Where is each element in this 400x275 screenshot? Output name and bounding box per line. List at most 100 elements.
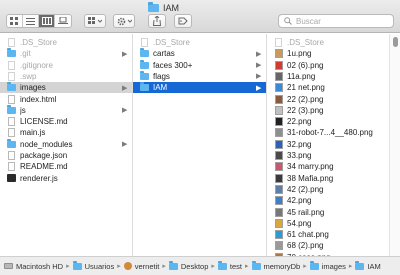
file-row[interactable]: node_modules ▶ <box>0 138 132 150</box>
file-row[interactable]: 31-robot-7...4__480.png <box>267 127 389 138</box>
file-row[interactable]: 38 Mafia.png <box>267 173 389 184</box>
disclosure-arrow-icon: ▶ <box>256 62 262 70</box>
file-row[interactable]: 34 marry.png <box>267 161 389 172</box>
image-thumbnail-icon <box>274 207 283 217</box>
file-row[interactable]: 22 (2).png <box>267 94 389 105</box>
folder-icon <box>140 70 149 81</box>
column-iam[interactable]: .DS_Store 1u.png 02 (6).png 11a.png 21 net.p… <box>267 34 389 256</box>
path-crumb[interactable]: Usuarios <box>72 260 115 271</box>
file-name: 54.png <box>287 218 312 228</box>
arrange-button[interactable] <box>84 14 106 28</box>
folder-icon <box>7 104 16 115</box>
path-bar: Macintosh HD ▸ Usuarios ▸ vernetit ▸ Desktop ▸ t… <box>0 256 400 275</box>
folder-icon <box>72 260 82 270</box>
scrollbar-thumb[interactable] <box>393 37 398 47</box>
document-icon <box>274 38 283 47</box>
file-row[interactable]: 54.png <box>267 218 389 229</box>
file-row[interactable]: 21 net.png <box>267 82 389 93</box>
window-title: IAM <box>148 1 179 13</box>
cover-flow-view-button[interactable] <box>55 15 71 27</box>
path-crumb[interactable]: Desktop <box>168 260 208 271</box>
image-thumbnail-icon <box>274 83 283 93</box>
file-row[interactable]: .DS_Store <box>267 37 389 48</box>
path-separator-icon: ▸ <box>303 263 307 270</box>
disclosure-arrow-icon: ▶ <box>122 84 128 92</box>
file-row[interactable]: 45 rail.png <box>267 207 389 218</box>
file-row[interactable]: 22 (3).png <box>267 105 389 116</box>
toolbar: IAM Buscar <box>0 0 400 33</box>
search-icon <box>284 17 292 25</box>
file-row[interactable]: LICENSE.md <box>0 116 132 127</box>
column-view-button[interactable] <box>39 15 55 27</box>
file-row[interactable]: faces 300+ ▶ <box>133 59 266 71</box>
file-row[interactable]: 42.png <box>267 195 389 206</box>
file-row[interactable]: main.js <box>0 127 132 138</box>
search-field[interactable]: Buscar <box>278 14 394 28</box>
file-row[interactable]: .DS_Store <box>133 37 266 48</box>
file-name: flags <box>153 71 170 81</box>
tags-button[interactable] <box>174 14 192 28</box>
file-name: README.md <box>20 162 68 172</box>
icon-view-button[interactable] <box>7 15 23 27</box>
image-thumbnail-icon <box>274 196 283 206</box>
folder-icon <box>7 48 16 58</box>
path-separator-icon: ▸ <box>66 263 70 270</box>
file-name: 61 chat.png <box>287 230 329 240</box>
path-crumb-label: Usuarios <box>84 261 115 271</box>
path-crumb[interactable]: IAM <box>355 260 381 271</box>
file-row[interactable]: 11a.png <box>267 71 389 82</box>
action-button[interactable] <box>113 14 135 28</box>
path-crumb[interactable]: vernetit <box>123 262 159 271</box>
image-thumbnail-icon <box>274 241 283 251</box>
file-row[interactable]: 1u.png <box>267 48 389 59</box>
file-row[interactable]: .DS_Store <box>0 37 132 48</box>
file-row[interactable]: IAM ▶ <box>133 82 266 94</box>
file-row[interactable]: 02 (6).png <box>267 60 389 71</box>
file-name: 02 (6).png <box>287 60 324 70</box>
folder-icon <box>168 260 178 270</box>
path-crumb[interactable]: Macintosh HD <box>4 262 63 271</box>
file-name: .DS_Store <box>153 38 190 47</box>
image-thumbnail-icon <box>274 230 283 240</box>
columns-icon <box>41 17 52 25</box>
file-name: main.js <box>20 128 46 138</box>
file-row[interactable]: 32.png <box>267 139 389 150</box>
file-name: 42 (2).png <box>287 184 324 194</box>
file-row[interactable]: 42 (2).png <box>267 184 389 195</box>
search-placeholder: Buscar <box>296 16 321 26</box>
file-row[interactable]: js ▶ <box>0 104 132 116</box>
share-button[interactable] <box>148 14 166 28</box>
file-row[interactable]: index.html <box>0 94 132 105</box>
file-row[interactable]: .git ▶ <box>0 48 132 59</box>
document-icon <box>7 117 16 127</box>
image-thumbnail-icon <box>274 218 283 228</box>
file-row[interactable]: README.md <box>0 161 132 172</box>
vertical-scrollbar[interactable] <box>389 34 400 256</box>
path-crumb[interactable]: test <box>217 260 242 271</box>
file-row[interactable]: images ▶ <box>0 82 132 94</box>
file-row[interactable]: 68 (2).png <box>267 240 389 251</box>
view-mode-segmented-control[interactable] <box>6 14 72 28</box>
file-name: 22 (2).png <box>287 94 324 104</box>
file-row[interactable]: .swp <box>0 71 132 82</box>
file-row[interactable]: flags ▶ <box>133 70 266 82</box>
image-thumbnail-icon <box>274 128 283 138</box>
path-separator-icon: ▸ <box>244 263 249 270</box>
file-row[interactable]: 22.png <box>267 116 389 127</box>
file-name: renderer.js <box>20 173 58 183</box>
file-row[interactable]: 33.png <box>267 150 389 161</box>
file-row[interactable]: .gitignore <box>0 60 132 71</box>
path-crumb[interactable]: images <box>309 260 346 271</box>
file-row[interactable]: package.json <box>0 150 132 161</box>
file-name: 38 Mafia.png <box>287 173 334 183</box>
column-images[interactable]: .DS_Store cartas ▶ faces 300+ ▶ flags ▶ IAM ▶ <box>133 34 267 256</box>
file-row[interactable]: 61 chat.png <box>267 229 389 240</box>
image-thumbnail-icon <box>274 117 283 127</box>
file-row[interactable]: renderer.js <box>0 173 132 184</box>
column-project[interactable]: .DS_Store .git ▶ .gitignore .swp images ▶ index… <box>0 34 133 256</box>
path-crumb[interactable]: memoryDb <box>251 260 300 271</box>
file-row[interactable]: cartas ▶ <box>133 48 266 59</box>
image-thumbnail-icon <box>274 151 283 160</box>
image-thumbnail-icon <box>274 49 283 59</box>
list-view-button[interactable] <box>23 15 39 27</box>
